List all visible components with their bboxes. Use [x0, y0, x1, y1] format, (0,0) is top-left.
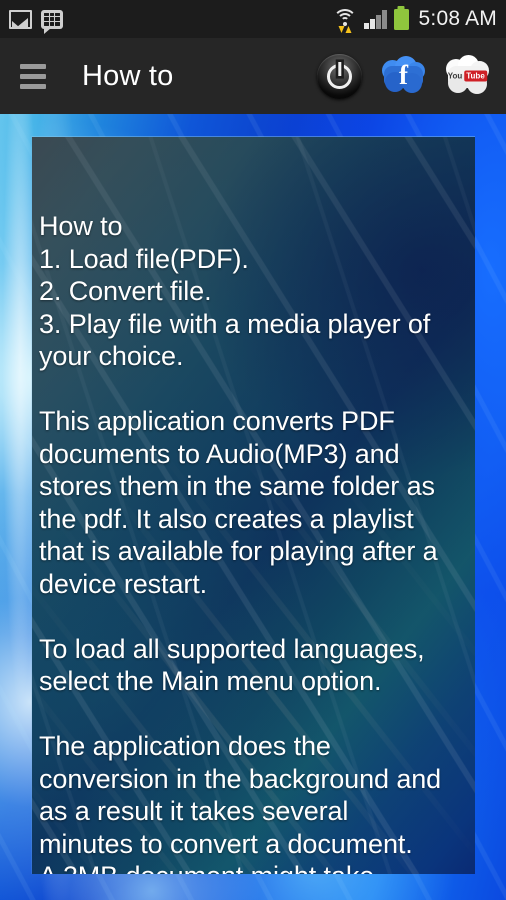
- facebook-button[interactable]: f: [381, 55, 426, 97]
- text-line: stores them in the same folder as: [39, 471, 435, 501]
- text-line: select the Main menu option.: [39, 666, 382, 696]
- text-line: How to: [39, 211, 123, 241]
- hamburger-icon[interactable]: [20, 63, 46, 89]
- text-line: 2. Convert file.: [39, 276, 212, 306]
- facebook-icon: f: [399, 59, 408, 90]
- youtube-button[interactable]: You Tube: [445, 55, 490, 97]
- text-line: 3. Play file with a media player of: [39, 308, 431, 339]
- how-to-content-panel[interactable]: How to 1. Load file(PDF). 2. Convert fil…: [31, 136, 475, 874]
- text-line: This application converts PDF: [39, 406, 395, 436]
- status-bar: 5:08 AM: [0, 0, 506, 38]
- text-line: conversion in the background and: [39, 763, 442, 794]
- page-title: How to: [82, 59, 174, 92]
- paragraph-background-conversion: The application does the conversion in t…: [39, 730, 475, 874]
- battery-icon: [393, 8, 409, 30]
- text-line: To load all supported languages,: [39, 633, 425, 664]
- youtube-icon: You Tube: [447, 70, 488, 82]
- text-line: that is available for playing after a: [39, 536, 438, 566]
- message-icon: [41, 9, 63, 34]
- paragraph-description: This application converts PDF documents …: [39, 405, 475, 600]
- app-screen: How to 1. Load file(PDF). 2. Convert fil…: [0, 0, 506, 900]
- how-to-text: How to 1. Load file(PDF). 2. Convert fil…: [39, 137, 475, 874]
- message-icon-dots: [41, 10, 63, 29]
- text-line: minutes to convert a document.: [39, 828, 413, 859]
- status-system-icons: 5:08 AM: [332, 7, 497, 33]
- text-line: device restart.: [39, 568, 208, 599]
- youtube-icon-you: You: [447, 71, 463, 80]
- paragraph-steps: How to 1. Load file(PDF). 2. Convert fil…: [39, 210, 475, 373]
- status-clock: 5:08 AM: [418, 7, 497, 30]
- text-line: A 2MB document might take: [39, 860, 475, 874]
- text-line: documents to Audio(MP3) and: [39, 438, 400, 469]
- power-button[interactable]: [317, 53, 362, 99]
- youtube-icon-tube: Tube: [463, 70, 488, 82]
- text-line: as a result it takes several: [39, 796, 349, 826]
- power-icon: [327, 63, 352, 89]
- status-notifications: [9, 9, 63, 34]
- wifi-icon: [332, 8, 357, 33]
- action-bar-buttons: f You Tube: [317, 53, 490, 99]
- action-bar: How to f You Tube: [0, 38, 506, 114]
- text-line: The application does the: [39, 731, 331, 761]
- gallery-icon: [9, 9, 32, 29]
- text-line: 1. Load file(PDF).: [39, 243, 249, 274]
- paragraph-languages: To load all supported languages, select …: [39, 633, 475, 698]
- signal-icon: [364, 9, 387, 29]
- text-line: the pdf. It also creates a playlist: [39, 503, 414, 534]
- text-line: your choice.: [39, 341, 184, 371]
